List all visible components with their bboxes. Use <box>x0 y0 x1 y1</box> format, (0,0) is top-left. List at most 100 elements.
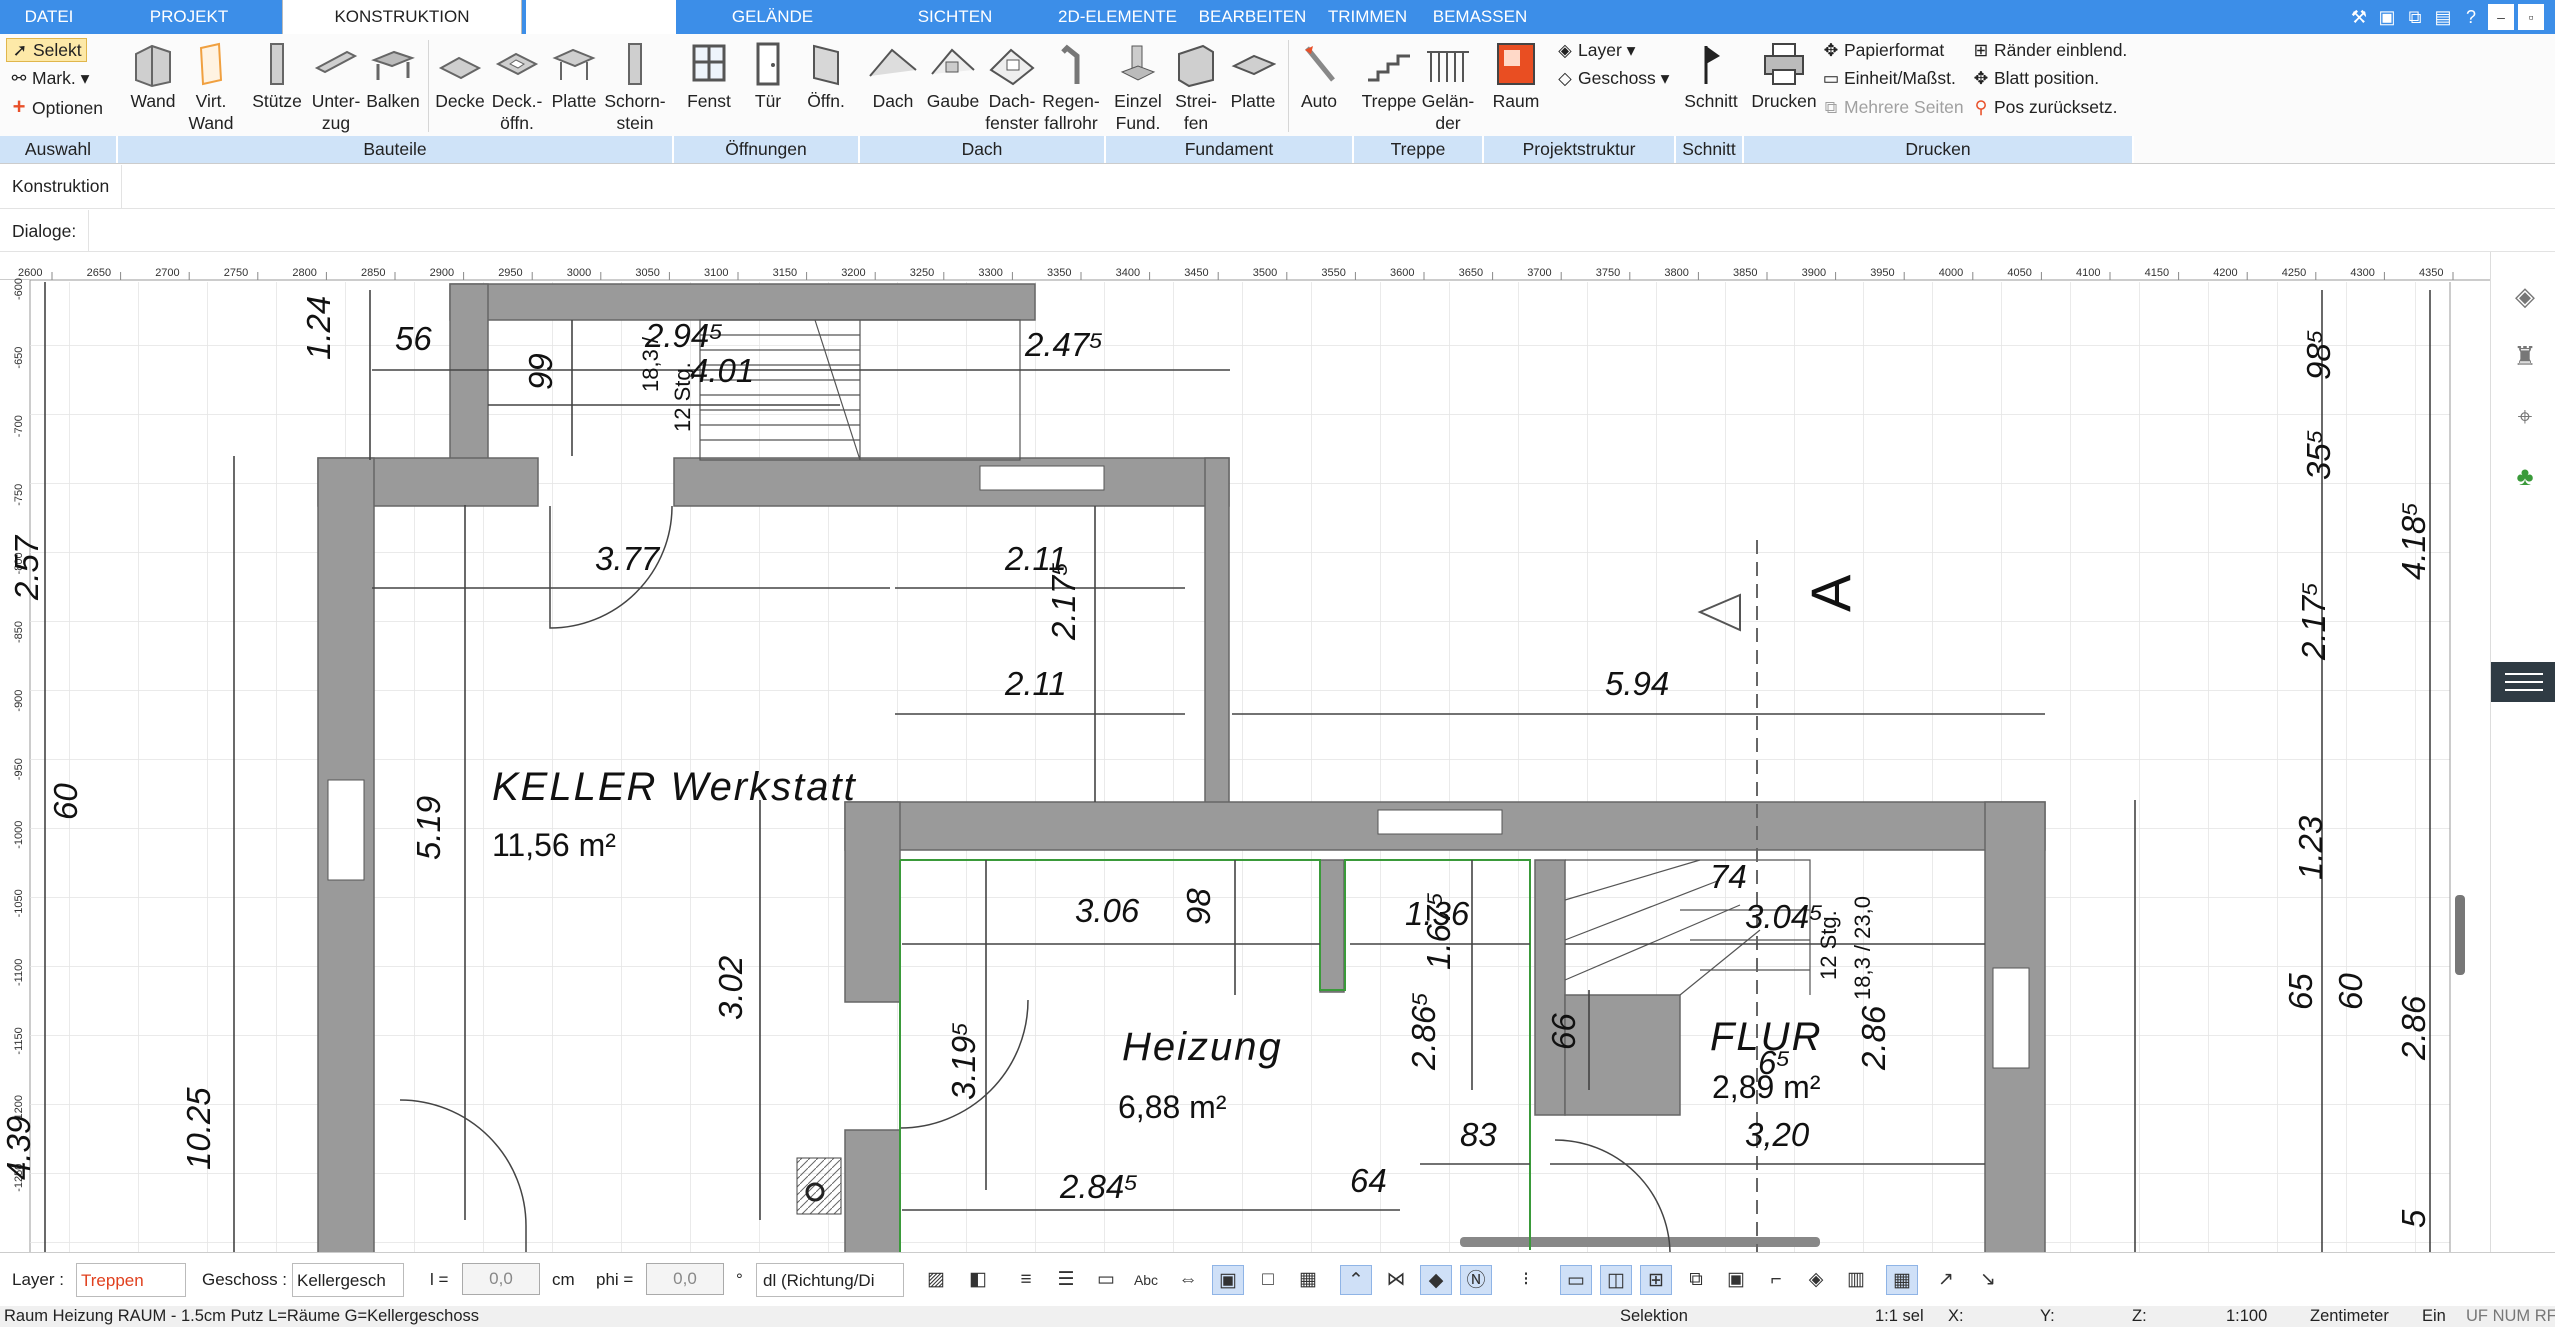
auto-button[interactable]: Auto <box>1290 40 1348 112</box>
thick-line-icon[interactable]: ≡ <box>1010 1265 1042 1295</box>
auto-icon <box>1305 46 1335 82</box>
maximize-icon[interactable]: ▫ <box>2518 4 2544 30</box>
tab-gelaende[interactable]: GELÄNDE <box>690 0 855 34</box>
mesh-icon[interactable]: ⋈ <box>1380 1265 1412 1295</box>
fundament-platte-button[interactable]: Platte <box>1224 40 1282 112</box>
raender-button[interactable]: ⊞ Ränder einblend. <box>1972 38 2128 62</box>
tab-bemassen[interactable]: BEMASSEN <box>1425 0 1535 34</box>
view-a-icon[interactable]: ▭ <box>1560 1265 1592 1295</box>
panel-toggle[interactable] <box>2491 662 2555 702</box>
balken-button[interactable]: Balken <box>362 40 424 112</box>
view-h-icon[interactable]: ▥ <box>1840 1265 1872 1295</box>
view-f-icon[interactable]: ⌐ <box>1760 1265 1792 1295</box>
view-e-icon[interactable]: ▣ <box>1720 1265 1752 1295</box>
schornstein-button[interactable]: Schorn- stein <box>602 40 668 134</box>
save-layout-icon[interactable]: ▤ <box>2430 4 2456 30</box>
dimension-label: 3.19⁵ <box>945 1022 982 1100</box>
dl-select[interactable]: dl (Richtung/Di <box>756 1263 904 1297</box>
unterzug-button[interactable]: Unter- zug <box>306 40 366 134</box>
einzel-fund-button[interactable]: Einzel Fund. <box>1110 40 1166 134</box>
view-g-icon[interactable]: ◈ <box>1800 1265 1832 1295</box>
l-input[interactable]: 0,0 <box>462 1263 540 1295</box>
tab-trimmen[interactable]: TRIMMEN <box>1320 0 1415 34</box>
grid-icon[interactable]: ▦ <box>1886 1265 1918 1295</box>
tab-2d-elemente[interactable]: 2D-ELEMENTE <box>1050 0 1185 34</box>
snap-icon[interactable]: ⌃ <box>1340 1265 1372 1295</box>
drawing-canvas[interactable]: 2600 2650 2700 2750 2800 2850 2900 2950 3000 3050… <box>0 252 2490 1252</box>
mark-button[interactable]: ⚯ Mark. ▾ <box>10 66 90 90</box>
decke-button[interactable]: Decke <box>430 40 490 112</box>
ruler-tick-label: 2750 <box>224 267 248 279</box>
help-icon[interactable]: ? <box>2458 4 2484 30</box>
ruler-tick-label: 4100 <box>2076 267 2100 279</box>
gaube-button[interactable]: Gaube <box>922 40 984 112</box>
stuetze-button[interactable]: Stütze <box>248 40 306 112</box>
drucken-button[interactable]: Drucken <box>1748 40 1820 112</box>
view-b-icon[interactable]: ◫ <box>1600 1265 1632 1295</box>
wall-layer-icon[interactable]: ◧ <box>962 1265 994 1295</box>
minimize-icon[interactable]: – <box>2488 4 2514 30</box>
mehrere-seiten-button[interactable]: ⧉ Mehrere Seiten <box>1822 94 1964 120</box>
view-c-icon[interactable]: ⊞ <box>1640 1265 1672 1295</box>
pos-zuruecksetzen-button[interactable]: ⚲ Pos zurücksetz. <box>1972 94 2118 120</box>
tab-blank[interactable] <box>526 0 676 34</box>
tuer-button[interactable]: Tür <box>740 40 796 112</box>
tab-konstruktion[interactable]: KONSTRUKTION <box>282 0 522 34</box>
phi-input[interactable]: 0,0 <box>646 1263 724 1295</box>
wall-type-icon[interactable]: ▨ <box>920 1265 952 1295</box>
layers-panel-icon[interactable]: ◈ <box>2507 278 2543 314</box>
window-icon[interactable]: ⧉ <box>2402 4 2428 30</box>
streifen-button[interactable]: Strei- fen <box>1166 40 1226 134</box>
focus-icon[interactable]: ⌖ <box>2507 398 2543 434</box>
selekt-button[interactable]: ➚ Selekt <box>6 38 87 62</box>
info-icon[interactable]: ⁝ <box>1510 1265 1542 1295</box>
schnitt-button[interactable]: Schnitt <box>1680 40 1742 112</box>
floor-plan[interactable]: 2600 2650 2700 2750 2800 2850 2900 2950 3000 3050… <box>0 252 2490 1252</box>
line-style-icon[interactable]: ☰ <box>1050 1265 1082 1295</box>
layout-icon[interactable]: ▣ <box>2374 4 2400 30</box>
tab-bearbeiten[interactable]: BEARBEITEN <box>1195 0 1310 34</box>
section-icon <box>1704 46 1720 84</box>
view-d-icon[interactable]: ⧉ <box>1680 1265 1712 1295</box>
deck-oeffn-button[interactable]: Deck.- öffn. <box>486 40 548 134</box>
select-frame-icon[interactable]: □ <box>1252 1265 1284 1295</box>
north-icon[interactable]: Ⓝ <box>1460 1265 1492 1295</box>
plane-icon[interactable]: ◆ <box>1420 1265 1452 1295</box>
tree-icon[interactable]: ♣ <box>2507 458 2543 494</box>
context-label[interactable]: Konstruktion <box>0 165 123 208</box>
regenfallrohr-button[interactable]: Regen- fallrohr <box>1038 40 1104 134</box>
frame-icon[interactable]: ▣ <box>1212 1265 1244 1295</box>
platte-button[interactable]: Platte <box>546 40 602 112</box>
layers-icon: ◈ <box>1558 40 1572 60</box>
arrow-icon[interactable]: ↗ <box>1930 1265 1962 1295</box>
optionen-button[interactable]: + Optionen <box>10 94 103 120</box>
tab-sichten[interactable]: SICHTEN <box>890 0 1020 34</box>
furniture-icon[interactable]: ♜ <box>2507 338 2543 374</box>
wand-button[interactable]: Wand <box>123 40 183 112</box>
cursor-opt-icon[interactable]: ↘ <box>1972 1265 2004 1295</box>
tools-icon[interactable]: ⚒ <box>2346 4 2372 30</box>
ruler-tick-label: -1000 <box>13 821 25 849</box>
dach-button[interactable]: Dach <box>864 40 922 112</box>
layer-dropdown[interactable]: ◈ Layer ▾ <box>1556 38 1635 62</box>
tab-projekt[interactable]: PROJEKT <box>98 0 280 34</box>
papierformat-button[interactable]: ✥ Papierformat <box>1822 38 1945 62</box>
dim-icon[interactable]: ⇔ <box>1172 1265 1204 1295</box>
line-scale-icon[interactable]: ▭ <box>1090 1265 1122 1295</box>
geschoss-dropdown[interactable]: ◇ Geschoss ▾ <box>1556 66 1669 90</box>
virt-wand-button[interactable]: Virt. Wand <box>183 40 239 134</box>
layer-label: Layer : <box>12 1270 64 1289</box>
blatt-position-button[interactable]: ✥ Blatt position. <box>1972 66 2099 90</box>
treppe-button[interactable]: Treppe <box>1358 40 1420 112</box>
oeffn-button[interactable]: Öffn. <box>796 40 856 112</box>
geschoss-select[interactable]: Kellergesch <box>292 1263 404 1297</box>
layer-select[interactable]: Treppen <box>76 1263 186 1297</box>
gelaender-button[interactable]: Gelän- der <box>1416 40 1480 134</box>
dachfenster-button[interactable]: Dach- fenster <box>980 40 1044 134</box>
abc-text-icon[interactable]: Abc <box>1130 1265 1162 1295</box>
fenst-button[interactable]: Fenst <box>680 40 738 112</box>
tools2-icon[interactable]: ▦ <box>1292 1265 1324 1295</box>
tab-datei[interactable]: DATEI <box>0 0 98 34</box>
raum-button[interactable]: Raum <box>1488 40 1544 112</box>
einheit-massstab-button[interactable]: ▭ Einheit/Maßst. <box>1822 66 1956 90</box>
